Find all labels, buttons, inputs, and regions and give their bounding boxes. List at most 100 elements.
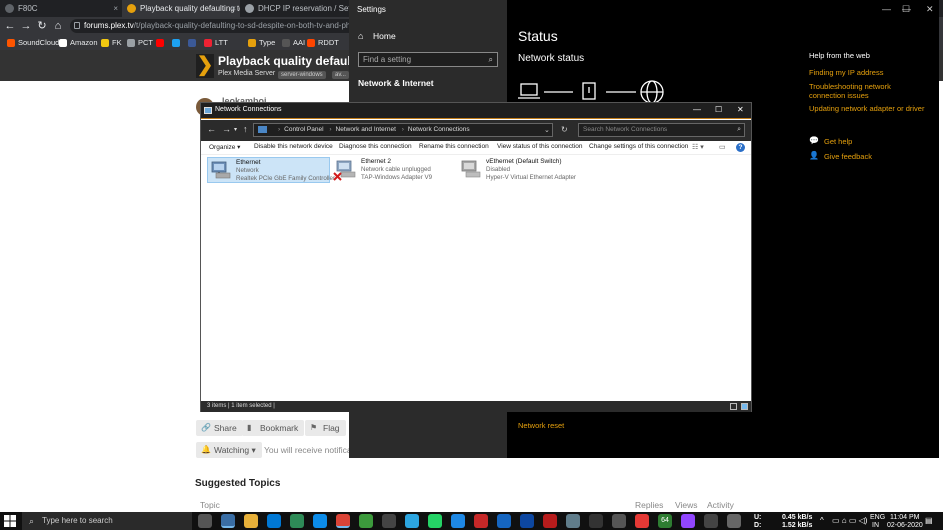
bookmark-item[interactable]: Amazon <box>59 35 98 50</box>
home-icon[interactable]: ⌂ <box>51 19 65 33</box>
shield-icon[interactable] <box>497 514 511 528</box>
language-indicator[interactable]: ENG <box>870 514 885 521</box>
plex-logo-icon[interactable]: ❯ <box>196 54 214 78</box>
network-reset-link[interactable]: Network reset <box>518 421 564 430</box>
preview-pane-icon[interactable]: ▭ <box>719 143 726 151</box>
app-icon[interactable] <box>474 514 488 528</box>
forward-arrow-icon[interactable]: → <box>222 124 231 134</box>
reload-icon[interactable]: ↻ <box>35 19 49 33</box>
chevron-up-icon[interactable]: ^ <box>820 517 824 525</box>
breadcrumb[interactable]: › Control Panel › Network and Internet › Ne… <box>253 123 553 137</box>
address-bar[interactable]: forums.plex.tv/t/playback-quality-defaul… <box>70 19 360 33</box>
connection-item-vethernet[interactable]: vEthernet (Default Switch) Disabled Hype… <box>458 157 588 183</box>
bookmark-item[interactable]: AAI <box>282 35 305 50</box>
bookmark-item[interactable]: LTT <box>204 35 228 50</box>
close-icon[interactable]: × <box>231 0 236 17</box>
app-icon[interactable] <box>543 514 557 528</box>
telegram-icon[interactable] <box>405 514 419 528</box>
forward-arrow-icon[interactable]: → <box>19 19 33 33</box>
region-indicator[interactable]: IN <box>872 522 879 529</box>
notification-icon[interactable]: ▤ <box>925 517 933 525</box>
up-arrow-icon[interactable]: ↑ <box>243 124 248 134</box>
organize-menu[interactable]: Organize ▾ <box>209 143 240 151</box>
topic-tag[interactable]: av... <box>332 71 349 79</box>
breadcrumb-item[interactable]: Control Panel <box>284 126 323 133</box>
minimize-button[interactable]: — <box>693 105 701 114</box>
bookmark-button[interactable]: ▮ Bookmark <box>242 420 305 436</box>
app-icon[interactable] <box>704 514 718 528</box>
system-tray-icons[interactable]: ▭ ⌂ ▭ ◁) <box>832 517 867 525</box>
minimize-button[interactable]: — <box>882 4 891 14</box>
app-icon[interactable] <box>612 514 626 528</box>
recent-locations-icon[interactable]: ▾ <box>234 126 237 133</box>
refresh-icon[interactable]: ↻ <box>561 125 568 134</box>
taskbar-search-input[interactable]: ⌕ Type here to search <box>22 512 192 530</box>
browser-tab[interactable]: F80C × <box>0 0 122 17</box>
get-help-link[interactable]: Get help <box>824 137 852 146</box>
topic-tag[interactable]: server-windows <box>278 71 326 79</box>
home-nav-item[interactable]: ⌂ Home <box>358 31 396 41</box>
bookmark-item[interactable]: RDDT <box>307 35 339 50</box>
details-view-icon[interactable] <box>730 403 737 410</box>
settings-app-icon[interactable] <box>221 514 235 528</box>
large-icons-view-icon[interactable] <box>741 403 748 410</box>
back-arrow-icon[interactable]: ← <box>207 124 216 134</box>
app-icon[interactable] <box>382 514 396 528</box>
whatsapp-icon[interactable] <box>428 514 442 528</box>
download-icon[interactable] <box>589 514 603 528</box>
file-explorer-icon[interactable] <box>244 514 258 528</box>
maximize-button[interactable]: ☐ <box>902 4 910 15</box>
facebook-bookmark[interactable] <box>188 35 199 50</box>
edge-icon[interactable] <box>313 514 327 528</box>
app-icon[interactable] <box>451 514 465 528</box>
app-icon[interactable] <box>290 514 304 528</box>
connection-item-ethernet-2[interactable]: Ethernet 2 Network cable unplugged TAP-W… <box>333 157 453 183</box>
twitch-icon[interactable] <box>681 514 695 528</box>
help-link-driver[interactable]: Updating network adapter or driver <box>809 104 929 113</box>
help-link-troubleshooting[interactable]: Troubleshooting network connection issue… <box>809 82 929 100</box>
diagnose-button[interactable]: Diagnose this connection <box>339 143 412 150</box>
change-settings-button[interactable]: Change settings of this connection <box>589 143 688 150</box>
chevron-down-icon[interactable]: ⌄ <box>544 126 550 134</box>
breadcrumb-item[interactable]: Network and Internet <box>336 126 396 133</box>
mail-icon[interactable] <box>267 514 281 528</box>
watching-dropdown[interactable]: 🔔 Watching ▾ <box>196 442 262 458</box>
topic-category[interactable]: Plex Media Server <box>218 70 275 77</box>
disable-device-button[interactable]: Disable this network device <box>254 143 333 150</box>
maximize-button[interactable]: ☐ <box>715 105 722 114</box>
clock-time[interactable]: 11:04 PM <box>890 514 919 521</box>
bookmark-item[interactable]: SoundCloud <box>7 35 59 50</box>
close-button[interactable]: ✕ <box>737 105 744 114</box>
help-icon[interactable]: ? <box>736 143 745 152</box>
share-button[interactable]: 🔗 Share <box>196 420 243 436</box>
back-arrow-icon[interactable]: ← <box>3 19 17 33</box>
help-link-ip[interactable]: Finding my IP address <box>809 68 929 77</box>
bookmark-item[interactable]: FK <box>101 35 122 50</box>
gear-icon[interactable] <box>727 514 741 528</box>
give-feedback-link[interactable]: Give feedback <box>824 152 872 161</box>
bookmark-item[interactable]: Type <box>248 35 275 50</box>
app-icon[interactable] <box>520 514 534 528</box>
bookmark-item[interactable]: PCT <box>127 35 153 50</box>
close-icon[interactable]: × <box>113 0 118 17</box>
settings-search-input[interactable]: Find a setting ⌕ <box>358 52 498 67</box>
app-icon[interactable] <box>359 514 373 528</box>
search-input[interactable]: Search Network Connections ⌕ <box>578 123 745 137</box>
browser-tab[interactable]: DHCP IP reservation / Set a Sta <box>240 0 350 17</box>
youtube-bookmark[interactable] <box>156 35 167 50</box>
connection-item-ethernet[interactable]: Ethernet Network Realtek PCIe GbE Family… <box>207 157 335 183</box>
windows-start-icon[interactable] <box>4 515 16 527</box>
chrome-icon[interactable] <box>336 514 350 528</box>
task-view-icon[interactable] <box>198 514 212 528</box>
app-icon[interactable] <box>635 514 649 528</box>
close-button[interactable]: ✕ <box>926 4 934 15</box>
app-icon[interactable] <box>566 514 580 528</box>
view-options-icon[interactable]: ☷ ▾ <box>692 143 704 151</box>
badge-count[interactable]: 64 <box>658 514 672 528</box>
browser-tab-active[interactable]: Playback quality defaulting to SD × <box>122 0 240 17</box>
flag-button[interactable]: ⚑ Flag <box>305 420 346 436</box>
twitter-bookmark[interactable] <box>172 35 183 50</box>
breadcrumb-item[interactable]: Network Connections <box>408 126 470 133</box>
rename-button[interactable]: Rename this connection <box>419 143 489 150</box>
view-status-button[interactable]: View status of this connection <box>497 143 583 150</box>
